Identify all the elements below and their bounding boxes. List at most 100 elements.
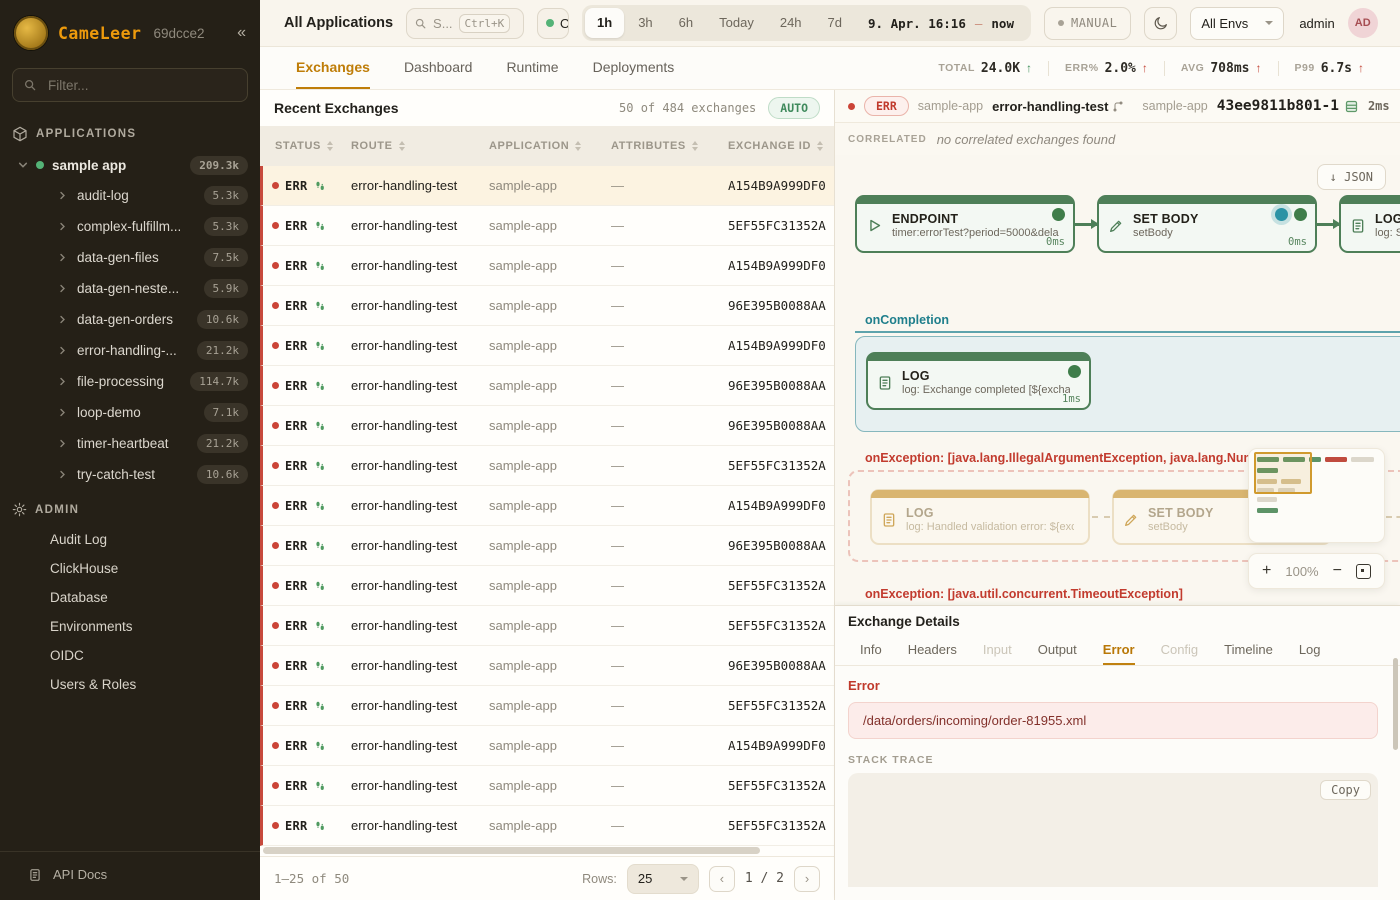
time-range-button[interactable]: 3h xyxy=(626,8,664,38)
nav-tab[interactable]: Exchanges xyxy=(296,47,370,89)
table-row[interactable]: ERR error-handling-test sample-app — A15… xyxy=(260,726,834,766)
copy-button[interactable]: Copy xyxy=(1320,780,1371,800)
chevron-right-icon xyxy=(58,222,67,231)
minimap[interactable] xyxy=(1248,448,1385,543)
search-icon xyxy=(414,17,427,30)
flow-node-completion-log[interactable]: LOG log: Exchange completed [${exchan 1m… xyxy=(866,352,1091,410)
sidebar-admin-item[interactable]: Environments xyxy=(0,612,260,641)
date-range-display[interactable]: 9. Apr. 16:16 – now xyxy=(854,16,1028,31)
time-range-button[interactable]: 1h xyxy=(585,8,624,38)
sidebar-item-sample-app[interactable]: sample app 209.3k xyxy=(0,150,260,180)
sidebar-admin-item[interactable]: OIDC xyxy=(0,641,260,670)
flow-node-set-body[interactable]: SET BODY setBody 0ms xyxy=(1097,195,1317,253)
database-icon[interactable] xyxy=(1344,99,1359,114)
table-row[interactable]: ERR error-handling-test sample-app — A15… xyxy=(260,246,834,286)
table-row[interactable]: ERR error-handling-test sample-app — 5EF… xyxy=(260,686,834,726)
detail-tab[interactable]: Output xyxy=(1038,636,1077,665)
fit-view-button[interactable] xyxy=(1356,564,1371,579)
table-row[interactable]: ERR error-handling-test sample-app — 5EF… xyxy=(260,766,834,806)
column-header[interactable]: APPLICATION xyxy=(489,140,611,152)
next-page-button[interactable]: › xyxy=(794,866,820,892)
error-dot xyxy=(272,382,279,389)
sidebar-admin-item[interactable]: Users & Roles xyxy=(0,670,260,699)
table-row[interactable]: ERR error-handling-test sample-app — 96E… xyxy=(260,286,834,326)
sidebar-route-item[interactable]: file-processing 114.7k xyxy=(0,366,260,397)
route-flow-canvas[interactable]: ↓ JSON ENDPOINT timer:errorTest?period=5… xyxy=(835,155,1400,605)
detail-tab[interactable]: Log xyxy=(1299,636,1321,665)
rows-per-page-select[interactable]: 25 xyxy=(627,864,699,894)
table-row[interactable]: ERR error-handling-test sample-app — 96E… xyxy=(260,366,834,406)
breakpoint-dot[interactable] xyxy=(1275,208,1288,221)
table-row[interactable]: ERR error-handling-test sample-app — 5EF… xyxy=(260,806,834,846)
download-json-button[interactable]: ↓ JSON xyxy=(1317,164,1386,190)
detail-tab[interactable]: Error xyxy=(1103,636,1135,665)
error-heading: Error xyxy=(848,678,1387,693)
column-header[interactable]: ROUTE xyxy=(351,140,489,152)
table-row[interactable]: ERR error-handling-test sample-app — A15… xyxy=(260,326,834,366)
sidebar-route-item[interactable]: complex-fulfillm... 5.3k xyxy=(0,211,260,242)
time-range-button[interactable]: Today xyxy=(707,8,766,38)
sidebar-route-item[interactable]: data-gen-orders 10.6k xyxy=(0,304,260,335)
detail-tab[interactable]: Config xyxy=(1161,636,1199,665)
vertical-scrollbar-thumb[interactable] xyxy=(1393,658,1398,750)
sidebar-filter[interactable] xyxy=(12,68,248,102)
sidebar-route-item[interactable]: try-catch-test 10.6k xyxy=(0,459,260,490)
column-header[interactable]: EXCHANGE ID xyxy=(728,140,834,152)
sidebar-route-item[interactable]: data-gen-files 7.5k xyxy=(0,242,260,273)
table-row[interactable]: ERR error-handling-test sample-app — 5EF… xyxy=(260,206,834,246)
zoom-out-button[interactable]: − xyxy=(1333,563,1342,579)
sidebar-item-api-docs[interactable]: API Docs xyxy=(0,851,260,900)
prev-page-button[interactable]: ‹ xyxy=(709,866,735,892)
sidebar-route-item[interactable]: timer-heartbeat 21.2k xyxy=(0,428,260,459)
route-fork-icon[interactable] xyxy=(1112,100,1124,112)
error-dot xyxy=(272,702,279,709)
table-row[interactable]: ERR error-handling-test sample-app — A15… xyxy=(260,166,834,206)
time-range-button[interactable]: 7d xyxy=(816,8,854,38)
flow-node-log[interactable]: LOG log: Sta xyxy=(1339,195,1400,253)
live-indicator-button[interactable]: O xyxy=(537,8,569,39)
column-header[interactable]: ATTRIBUTES xyxy=(611,140,728,152)
table-row[interactable]: ERR error-handling-test sample-app — A15… xyxy=(260,486,834,526)
table-row[interactable]: ERR error-handling-test sample-app — 5EF… xyxy=(260,566,834,606)
manual-refresh-button[interactable]: MANUAL xyxy=(1044,7,1131,40)
detail-tab[interactable]: Info xyxy=(860,636,882,665)
auto-refresh-badge[interactable]: AUTO xyxy=(768,97,820,119)
sidebar-route-item[interactable]: audit-log 5.3k xyxy=(0,180,260,211)
nav-tab[interactable]: Runtime xyxy=(506,47,558,89)
sidebar-admin-item[interactable]: ClickHouse xyxy=(0,554,260,583)
horizontal-scrollbar[interactable] xyxy=(260,846,834,856)
filter-input[interactable] xyxy=(46,77,237,94)
flow-node-exception-log[interactable]: LOG log: Handled validation error: ${exc… xyxy=(870,489,1090,545)
table-row[interactable]: ERR error-handling-test sample-app — 5EF… xyxy=(260,606,834,646)
detail-tab[interactable]: Headers xyxy=(908,636,957,665)
count-badge: 7.1k xyxy=(204,403,249,422)
table-row[interactable]: ERR error-handling-test sample-app — 96E… xyxy=(260,646,834,686)
global-search[interactable]: S... Ctrl+K xyxy=(406,8,524,39)
detail-tab[interactable]: Timeline xyxy=(1224,636,1273,665)
sidebar-admin-item[interactable]: Audit Log xyxy=(0,525,260,554)
minimap-viewport[interactable] xyxy=(1254,452,1312,494)
detail-tab[interactable]: Input xyxy=(983,636,1012,665)
sidebar-route-item[interactable]: loop-demo 7.1k xyxy=(0,397,260,428)
avatar[interactable]: AD xyxy=(1348,8,1378,38)
column-header[interactable]: STATUS xyxy=(263,140,351,152)
time-range-button[interactable]: 24h xyxy=(768,8,814,38)
nav-tab[interactable]: Dashboard xyxy=(404,47,473,89)
table-row[interactable]: ERR error-handling-test sample-app — 5EF… xyxy=(260,446,834,486)
sort-icon xyxy=(575,141,581,152)
sidebar-route-item[interactable]: data-gen-neste... 5.9k xyxy=(0,273,260,304)
flow-node-endpoint[interactable]: ENDPOINT timer:errorTest?period=5000&del… xyxy=(855,195,1075,253)
error-dot xyxy=(272,662,279,669)
sidebar-admin-item[interactable]: Database xyxy=(0,583,260,612)
scrollbar-thumb[interactable] xyxy=(263,847,760,854)
sidebar-route-item[interactable]: error-handling-... 21.2k xyxy=(0,335,260,366)
table-row[interactable]: ERR error-handling-test sample-app — 96E… xyxy=(260,406,834,446)
time-range-button[interactable]: 6h xyxy=(667,8,705,38)
nav-tab[interactable]: Deployments xyxy=(593,47,675,89)
dark-mode-toggle[interactable] xyxy=(1144,7,1177,40)
sidebar-collapse-icon[interactable]: « xyxy=(237,24,246,42)
table-row[interactable]: ERR error-handling-test sample-app — 96E… xyxy=(260,526,834,566)
environment-selector[interactable]: All Envs xyxy=(1190,7,1284,40)
zoom-in-button[interactable]: + xyxy=(1262,563,1271,579)
detail-tabs: Info Headers Input Output Error Config Timelin… xyxy=(835,636,1400,666)
